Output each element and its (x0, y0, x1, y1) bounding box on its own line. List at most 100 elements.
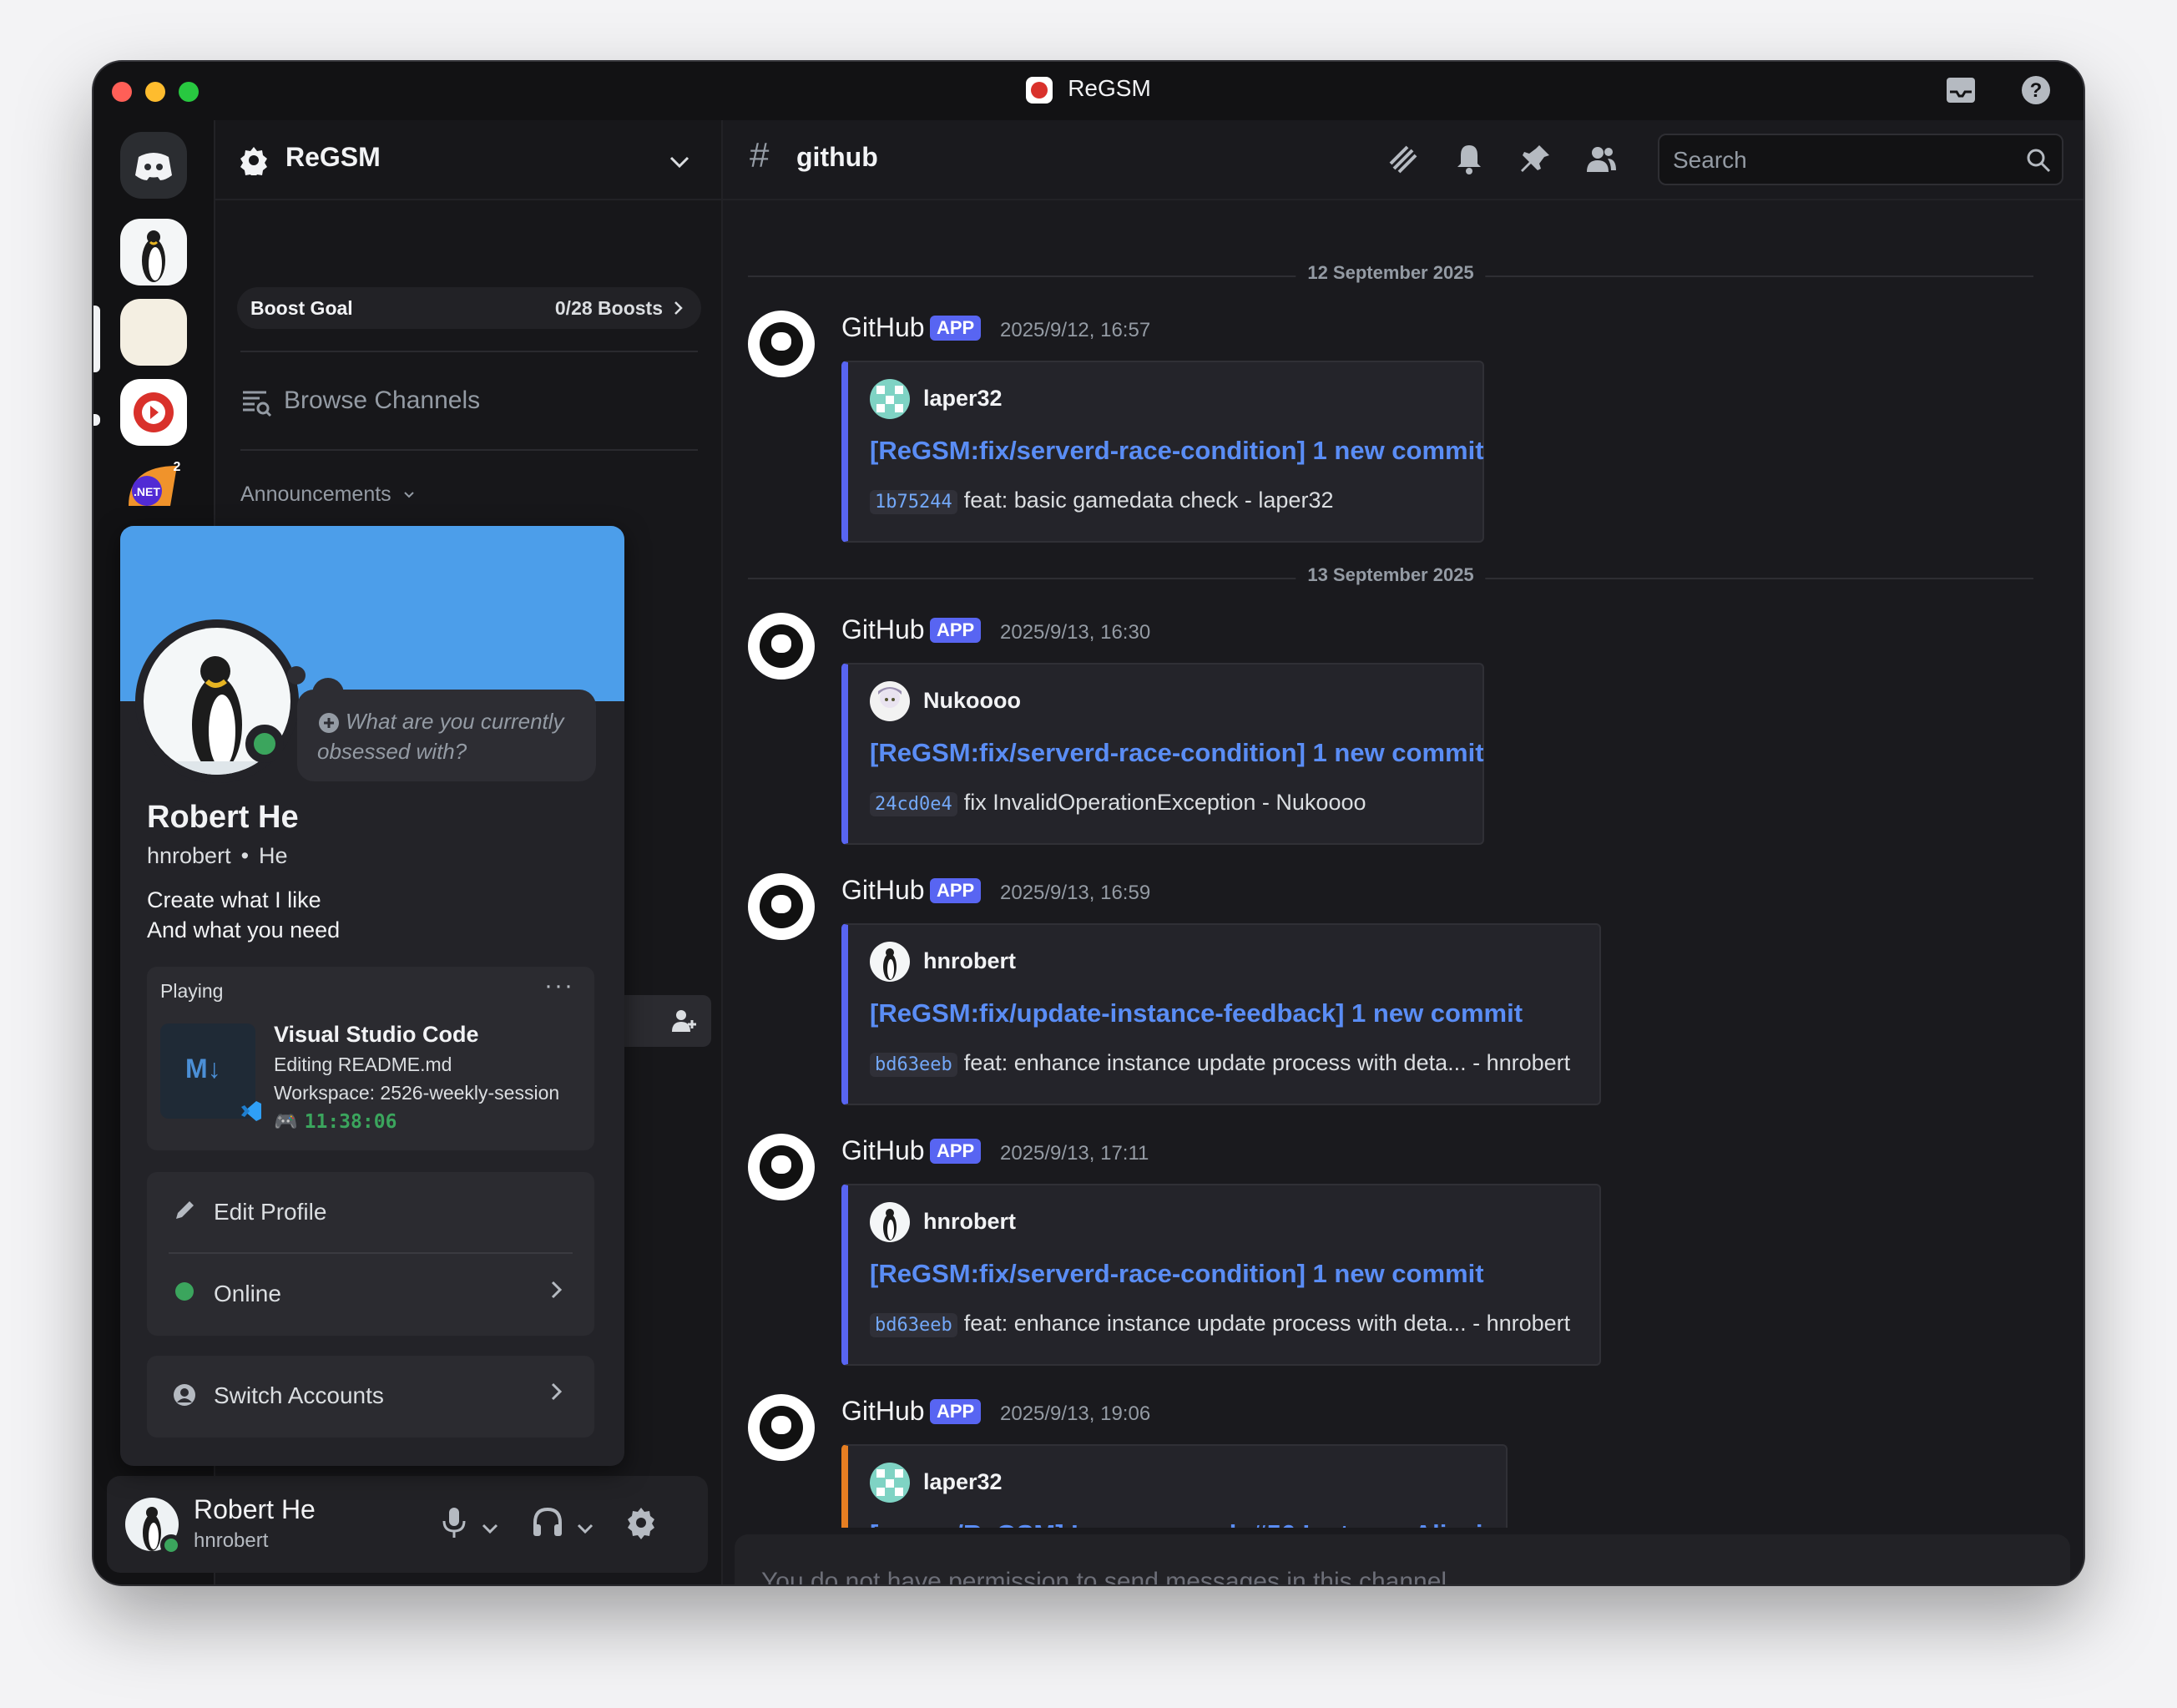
embed-title-link[interactable]: [ReGSM:fix/update-instance-feedback] 1 n… (870, 998, 1523, 1028)
github-avatar-icon[interactable] (748, 613, 815, 680)
chat-area: # github Search 12 September 2025 GitHub… (721, 120, 2084, 1584)
category-announcements[interactable]: Announcements (240, 483, 416, 507)
user-handle: hnrobert (194, 1529, 269, 1552)
switch-accounts-button[interactable]: Switch Accounts (147, 1356, 594, 1438)
embed-author[interactable]: Nukoooo (923, 688, 1021, 714)
embed-author-avatar (870, 942, 910, 982)
profile-pronouns: He (259, 843, 288, 868)
embed-title-link[interactable]: [ReGSM:fix/serverd-race-condition] 1 new… (870, 738, 1484, 768)
server-regsm[interactable] (120, 379, 187, 446)
inbox-icon[interactable] (1943, 73, 1978, 109)
switch-accounts-label: Switch Accounts (214, 1382, 384, 1408)
composer-placeholder: You do not have permission to send messa… (761, 1568, 1454, 1584)
online-status-icon (160, 1534, 182, 1556)
server-light[interactable] (120, 299, 187, 366)
message-author[interactable]: GitHub (841, 312, 925, 343)
date-separator: 12 September 2025 (748, 262, 2033, 284)
activity-card: Playing ··· M↓ Visual Studio Code Editin… (147, 967, 594, 1150)
commit-sha-link[interactable]: bd63eeb (870, 1053, 957, 1077)
user-panel: Robert He hnrobert (107, 1476, 708, 1573)
embed-title-link[interactable]: [ReGSM:fix/serverd-race-condition] 1 new… (870, 436, 1484, 466)
message-embed: hnrobert [ReGSM:fix/update-instance-feed… (841, 923, 1601, 1105)
user-display-name[interactable]: Robert He (194, 1494, 316, 1525)
profile-bio: Create what I like And what you need (147, 885, 340, 945)
github-avatar-icon[interactable] (748, 1134, 815, 1200)
boost-count: 0/28 Boosts (554, 297, 663, 319)
elapsed-time: 11:38:06 (304, 1111, 397, 1133)
chevron-right-icon (674, 301, 683, 315)
activity-details: Editing README.md (274, 1054, 452, 1075)
chevron-down-icon[interactable] (481, 1513, 499, 1545)
profile-username[interactable]: hnrobert (147, 843, 231, 868)
message-author[interactable]: GitHub (841, 875, 925, 906)
message-timestamp: 2025/9/13, 17:11 (1000, 1142, 1149, 1165)
message: GitHub APP 2025/9/13, 17:11 hnrobert [Re… (748, 1134, 2050, 1366)
message: GitHub APP 2025/9/12, 16:57 laper32 [ReG… (748, 311, 2050, 543)
server-header[interactable]: ReGSM (215, 120, 721, 200)
github-avatar-icon[interactable] (748, 873, 815, 940)
server-penguin[interactable] (120, 219, 187, 286)
user-settings-gear-icon[interactable] (624, 1506, 658, 1547)
pinned-messages-icon[interactable] (1518, 142, 1554, 179)
profile-username-row: hnrobert • He (147, 843, 288, 869)
chevron-down-icon[interactable] (576, 1513, 594, 1545)
custom-status-bubble[interactable]: What are you currently obsessed with? (297, 690, 596, 781)
github-avatar-icon[interactable] (748, 311, 815, 377)
microphone-icon[interactable] (441, 1506, 467, 1547)
status-selector[interactable]: Online (147, 1254, 594, 1336)
boost-goal-bar[interactable]: Boost Goal 0/28 Boosts (237, 287, 701, 329)
gamepad-icon: 🎮 (274, 1111, 298, 1133)
svg-text:?: ? (2030, 79, 2043, 102)
commit-sha-link[interactable]: bd63eeb (870, 1313, 957, 1337)
app-logo-icon (1026, 76, 1053, 104)
chat-header: # github Search (723, 120, 2084, 200)
embed-author[interactable]: hnrobert (923, 1209, 1016, 1235)
github-avatar-icon[interactable] (748, 1394, 815, 1461)
chevron-right-icon (549, 1381, 564, 1409)
account-icon (172, 1382, 197, 1413)
edit-profile-button[interactable]: Edit Profile (147, 1172, 594, 1254)
embed-author[interactable]: laper32 (923, 386, 1003, 412)
message-embed: hnrobert [ReGSM:fix/serverd-race-conditi… (841, 1184, 1601, 1366)
chevron-down-icon (669, 156, 689, 169)
headphones-icon[interactable] (531, 1506, 564, 1547)
embed-title-link[interactable]: [ReGSM:fix/serverd-race-condition] 1 new… (870, 1259, 1484, 1289)
profile-popout: What are you currently obsessed with? Ro… (120, 526, 624, 1466)
activity-elapsed: 🎮 11:38:06 (274, 1110, 397, 1133)
embed-title-link[interactable]: [regsm/ReGSM] Issue opened: #56 Instance… (870, 1519, 1514, 1528)
commit-sha-link[interactable]: 1b75244 (870, 490, 957, 514)
notification-bell-icon[interactable] (1451, 142, 1488, 179)
server-dotnet[interactable]: .NET 2 (120, 459, 187, 506)
message: GitHub APP 2025/9/13, 16:30 Nukoooo [ReG… (748, 613, 2050, 845)
embed-author-avatar (870, 1202, 910, 1242)
message-composer[interactable]: You do not have permission to send messa… (735, 1534, 2070, 1584)
date-separator-label: 12 September 2025 (1296, 262, 1486, 284)
more-options-icon[interactable]: ··· (544, 972, 574, 1000)
commit-sha-link[interactable]: 24cd0e4 (870, 792, 957, 816)
help-icon[interactable]: ? (2018, 73, 2053, 109)
threads-icon[interactable] (1384, 142, 1421, 179)
online-status-icon (172, 1281, 197, 1308)
message-embed: laper32 [ReGSM:fix/serverd-race-conditio… (841, 361, 1484, 543)
search-placeholder: Search (1673, 147, 1747, 173)
search-input[interactable]: Search (1658, 134, 2063, 185)
message-author[interactable]: GitHub (841, 1396, 925, 1427)
message-timestamp: 2025/9/13, 16:59 (1000, 882, 1151, 904)
pencil-icon (172, 1199, 197, 1228)
hashtag-icon: # (750, 135, 770, 174)
message-author[interactable]: GitHub (841, 614, 925, 645)
embed-author[interactable]: hnrobert (923, 948, 1016, 974)
add-circle-icon (319, 713, 339, 734)
invite-member-icon[interactable] (669, 1007, 698, 1035)
server-name: ReGSM (285, 142, 381, 172)
app-badge: APP (930, 1139, 982, 1164)
activity-label: Playing (160, 980, 224, 1002)
member-list-icon[interactable] (1583, 142, 1619, 179)
app-window: ReGSM ? .NET 2 ReGSM Boost Goal 0/28 Boo… (93, 62, 2084, 1584)
bio-line: Create what I like (147, 887, 321, 912)
embed-author[interactable]: laper32 (923, 1469, 1003, 1495)
message-author[interactable]: GitHub (841, 1135, 925, 1166)
browse-channels-button[interactable]: Browse Channels (240, 386, 480, 417)
direct-messages-button[interactable] (120, 132, 187, 199)
commit-message: fix InvalidOperationException - Nukoooo (963, 790, 1366, 815)
